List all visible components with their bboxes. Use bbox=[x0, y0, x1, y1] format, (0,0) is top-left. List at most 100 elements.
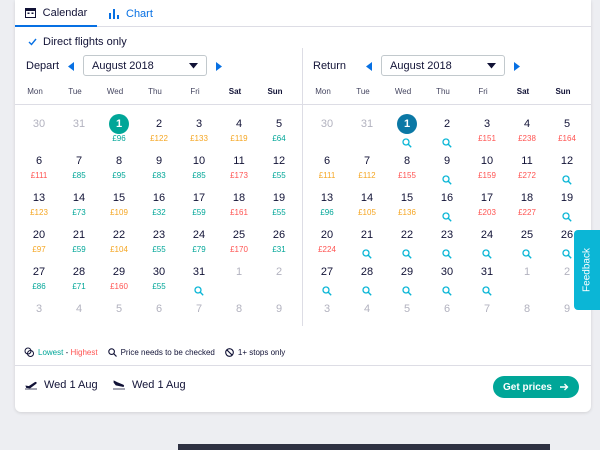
depart-day-cell[interactable]: 28 £71 bbox=[59, 258, 99, 295]
inbound-summary: Wed 1 Aug bbox=[113, 379, 186, 391]
day-number: 17 bbox=[480, 192, 494, 204]
depart-day-cell[interactable]: 9 £83 bbox=[139, 147, 179, 184]
get-prices-button[interactable]: Get prices bbox=[493, 376, 579, 398]
depart-day-cell[interactable]: 29 £160 bbox=[99, 258, 139, 295]
depart-day-cell[interactable]: 22 £104 bbox=[99, 221, 139, 258]
depart-day-cell: 4 bbox=[59, 295, 99, 332]
legend-check-label: Price needs to be checked bbox=[120, 347, 215, 357]
check-price-icon bbox=[482, 246, 492, 259]
depart-day-cell[interactable]: 15 £109 bbox=[99, 184, 139, 221]
depart-day-cell[interactable]: 26 £31 bbox=[259, 221, 299, 258]
depart-day-cell[interactable]: 12 £55 bbox=[259, 147, 299, 184]
weekday-label: Sat bbox=[516, 87, 530, 96]
return-day-cell[interactable]: 17 £203 bbox=[467, 184, 507, 221]
depart-day-cell: 1 bbox=[219, 258, 259, 295]
day-number: 20 bbox=[32, 229, 46, 241]
depart-day-cell[interactable]: 16 £32 bbox=[139, 184, 179, 221]
day-price: £203 bbox=[478, 208, 496, 217]
return-day-cell: 7 bbox=[467, 295, 507, 332]
arrow-right-icon bbox=[559, 383, 569, 391]
tab-calendar[interactable]: Calendar bbox=[15, 0, 97, 27]
direct-flights-checkbox[interactable] bbox=[27, 37, 37, 47]
return-header: Return August 2018 bbox=[303, 52, 591, 80]
depart-day-cell[interactable]: 27 £86 bbox=[19, 258, 59, 295]
return-day-cell[interactable]: 2 bbox=[427, 110, 467, 148]
depart-day-cell[interactable]: 19 £55 bbox=[259, 184, 299, 221]
return-day-cell[interactable]: 30 bbox=[427, 258, 467, 296]
depart-day-cell[interactable]: 13 £123 bbox=[19, 184, 59, 221]
depart-month-select[interactable]: August 2018 bbox=[83, 55, 207, 76]
depart-day-cell[interactable]: 10 £85 bbox=[179, 147, 219, 184]
return-day-cell[interactable]: 7 £112 bbox=[347, 147, 387, 184]
depart-next-month-button[interactable] bbox=[214, 60, 224, 72]
check-price-icon bbox=[402, 246, 412, 259]
day-number: 24 bbox=[192, 229, 206, 241]
depart-day-cell[interactable]: 6 £111 bbox=[19, 147, 59, 184]
return-day-cell[interactable]: 27 bbox=[307, 258, 347, 296]
depart-day-cell[interactable]: 31 bbox=[179, 258, 219, 296]
day-price: £86 bbox=[32, 282, 46, 291]
return-day-cell[interactable]: 4 £238 bbox=[507, 110, 547, 147]
depart-day-cell[interactable]: 4 £119 bbox=[219, 110, 259, 147]
return-day-selected[interactable]: 1 bbox=[387, 110, 427, 148]
depart-day-cell[interactable]: 23 £55 bbox=[139, 221, 179, 258]
return-day-cell[interactable]: 6 £111 bbox=[307, 147, 347, 184]
day-number: 2 bbox=[155, 118, 163, 130]
depart-day-cell[interactable]: 14 £73 bbox=[59, 184, 99, 221]
return-day-cell[interactable]: 24 bbox=[467, 221, 507, 259]
return-day-cell[interactable]: 20 £224 bbox=[307, 221, 347, 258]
depart-day-cell[interactable]: 17 £59 bbox=[179, 184, 219, 221]
return-day-cell[interactable]: 16 bbox=[427, 184, 467, 222]
caret-down-icon bbox=[487, 63, 496, 69]
feedback-button[interactable]: Feedback bbox=[574, 230, 600, 310]
depart-day-cell[interactable]: 11 £173 bbox=[219, 147, 259, 184]
check-price-icon bbox=[362, 246, 372, 259]
return-day-cell[interactable]: 14 £105 bbox=[347, 184, 387, 221]
depart-day-cell[interactable]: 25 £170 bbox=[219, 221, 259, 258]
return-day-cell[interactable]: 22 bbox=[387, 221, 427, 259]
depart-day-cell[interactable]: 18 £161 bbox=[219, 184, 259, 221]
return-day-cell[interactable]: 29 bbox=[387, 258, 427, 296]
return-day-cell[interactable]: 21 bbox=[347, 221, 387, 259]
tab-calendar-label: Calendar bbox=[42, 6, 88, 19]
return-day-cell[interactable]: 13 £96 bbox=[307, 184, 347, 221]
return-day-cell[interactable]: 5 £164 bbox=[547, 110, 587, 147]
return-day-cell[interactable]: 23 bbox=[427, 221, 467, 259]
return-day-cell[interactable]: 11 £272 bbox=[507, 147, 547, 184]
tab-chart[interactable]: Chart bbox=[108, 0, 158, 27]
depart-day-cell[interactable]: 3 £133 bbox=[179, 110, 219, 147]
day-number: 5 bbox=[403, 303, 411, 315]
depart-day-cell[interactable]: 30 £55 bbox=[139, 258, 179, 295]
return-day-cell[interactable]: 12 bbox=[547, 147, 587, 185]
return-prev-month-button[interactable] bbox=[364, 60, 374, 72]
day-price: £55 bbox=[272, 171, 286, 180]
day-number: 31 bbox=[72, 118, 86, 130]
day-number: 2 bbox=[275, 266, 283, 278]
return-day-cell[interactable]: 28 bbox=[347, 258, 387, 296]
return-day-cell[interactable]: 8 £155 bbox=[387, 147, 427, 184]
depart-day-cell: 2 bbox=[259, 258, 299, 295]
return-day-cell[interactable]: 18 £227 bbox=[507, 184, 547, 221]
return-day-cell[interactable]: 19 bbox=[547, 184, 587, 222]
day-number: 31 bbox=[360, 118, 374, 130]
depart-day-selected[interactable]: 1 £96 bbox=[99, 110, 139, 147]
return-day-cell[interactable]: 9 bbox=[427, 147, 467, 185]
return-day-cell[interactable]: 25 bbox=[507, 221, 547, 259]
depart-day-cell[interactable]: 8 £95 bbox=[99, 147, 139, 184]
depart-day-cell[interactable]: 21 £59 bbox=[59, 221, 99, 258]
depart-day-cell[interactable]: 24 £79 bbox=[179, 221, 219, 258]
return-day-cell[interactable]: 15 £136 bbox=[387, 184, 427, 221]
depart-day-cell[interactable]: 2 £122 bbox=[139, 110, 179, 147]
depart-day-cell[interactable]: 20 £97 bbox=[19, 221, 59, 258]
day-price: £133 bbox=[190, 134, 208, 143]
depart-prev-month-button[interactable] bbox=[66, 60, 76, 72]
return-day-cell[interactable]: 31 bbox=[467, 258, 507, 296]
return-day-cell[interactable]: 10 £159 bbox=[467, 147, 507, 184]
depart-day-cell[interactable]: 5 £64 bbox=[259, 110, 299, 147]
return-day-cell[interactable]: 3 £151 bbox=[467, 110, 507, 147]
depart-day-cell[interactable]: 7 £85 bbox=[59, 147, 99, 184]
day-price: £83 bbox=[152, 171, 166, 180]
day-number: 30 bbox=[32, 118, 46, 130]
return-next-month-button[interactable] bbox=[512, 60, 522, 72]
return-month-select[interactable]: August 2018 bbox=[381, 55, 505, 76]
